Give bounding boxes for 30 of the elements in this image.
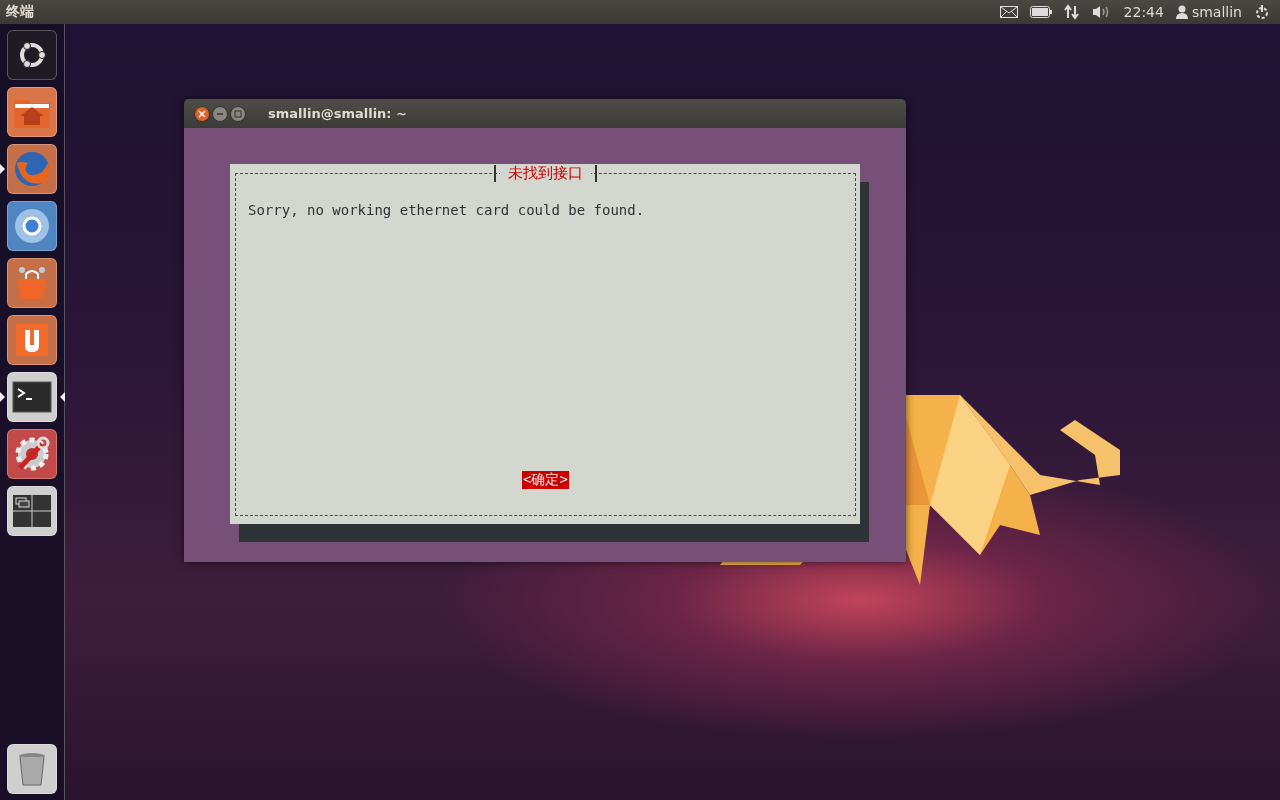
network-arrows-icon[interactable] bbox=[1063, 4, 1080, 20]
maximize-icon bbox=[234, 109, 242, 118]
user-menu[interactable]: smallin bbox=[1175, 4, 1242, 20]
window-title: smallin@smallin: ~ bbox=[268, 106, 407, 121]
close-button[interactable] bbox=[194, 105, 210, 122]
home-folder-icon bbox=[7, 87, 57, 137]
maximize-button[interactable] bbox=[230, 105, 246, 122]
terminal-icon bbox=[7, 372, 57, 422]
ok-button[interactable]: <确定> bbox=[522, 471, 569, 489]
globe-icon bbox=[7, 144, 57, 194]
gear-wrench-icon bbox=[7, 429, 57, 479]
minimize-button[interactable] bbox=[212, 105, 228, 122]
chromium-icon bbox=[7, 201, 57, 251]
ubuntu-logo-icon bbox=[7, 30, 57, 80]
workspaces-icon bbox=[7, 486, 57, 536]
app-title: 终端 bbox=[5, 3, 34, 21]
battery-icon[interactable] bbox=[1029, 6, 1052, 18]
dialog-title: 未找到接口 bbox=[500, 164, 591, 183]
running-indicator-icon bbox=[0, 164, 5, 174]
running-indicator-icon bbox=[0, 392, 5, 402]
close-icon bbox=[198, 109, 206, 118]
person-icon bbox=[1175, 5, 1188, 19]
focused-indicator-icon bbox=[59, 392, 65, 402]
launcher-item[interactable] bbox=[0, 372, 65, 422]
dialog-message: Sorry, no working ethernet card could be found. bbox=[248, 202, 646, 218]
shopping-bag-icon bbox=[7, 258, 57, 308]
trash-can-icon bbox=[7, 744, 57, 794]
mail-icon[interactable] bbox=[999, 6, 1018, 18]
clock[interactable]: 22:44 bbox=[1123, 4, 1164, 20]
power-icon[interactable] bbox=[1254, 4, 1270, 20]
